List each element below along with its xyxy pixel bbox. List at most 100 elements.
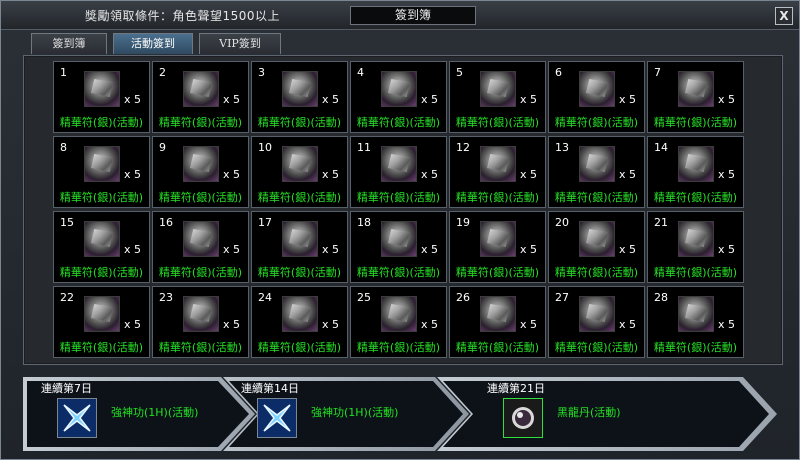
day-cell[interactable]: 3 x 5 精華符(銀)(活動) (251, 61, 348, 133)
day-cell[interactable]: 19 x 5 精華符(銀)(活動) (449, 211, 546, 283)
day-number: 25 (357, 291, 371, 304)
silver-talisman-icon (282, 296, 318, 332)
item-quantity: x 5 (718, 93, 736, 106)
day-number: 16 (159, 216, 173, 229)
item-quantity: x 5 (223, 168, 241, 181)
day-number: 1 (60, 66, 67, 79)
item-name: 精華符(銀)(活動) (59, 116, 144, 129)
day-cell[interactable]: 6 x 5 精華符(銀)(活動) (548, 61, 645, 133)
day-cell[interactable]: 4 x 5 精華符(銀)(活動) (350, 61, 447, 133)
day-cell[interactable]: 28 x 5 精華符(銀)(活動) (647, 286, 744, 358)
item-quantity: x 5 (124, 168, 142, 181)
blue-cross-blade-icon[interactable] (257, 398, 297, 438)
silver-talisman-icon (579, 146, 615, 182)
streak-day-label: 連續第7日 (41, 382, 92, 395)
day-cell[interactable]: 9 x 5 精華符(銀)(活動) (152, 136, 249, 208)
window-title: 簽到簿 (350, 6, 476, 25)
item-quantity: x 5 (124, 318, 142, 331)
blue-cross-blade-icon[interactable] (57, 398, 97, 438)
day-number: 14 (654, 141, 668, 154)
day-number: 3 (258, 66, 265, 79)
streak-day-label: 連續第21日 (487, 382, 545, 395)
black-dragon-pill-icon[interactable] (503, 398, 543, 438)
close-icon: X (779, 9, 789, 23)
day-cell[interactable]: 24 x 5 精華符(銀)(活動) (251, 286, 348, 358)
day-cell[interactable]: 11 x 5 精華符(銀)(活動) (350, 136, 447, 208)
item-name: 精華符(銀)(活動) (257, 341, 342, 354)
close-button[interactable]: X (775, 7, 793, 25)
item-quantity: x 5 (421, 93, 439, 106)
item-quantity: x 5 (322, 318, 340, 331)
streak-reward-name: 黑龍丹(活動) (557, 406, 621, 419)
item-name: 精華符(銀)(活動) (653, 341, 738, 354)
item-quantity: x 5 (718, 318, 736, 331)
tab-sign-in-book[interactable]: 簽到簿 (31, 33, 107, 54)
item-quantity: x 5 (223, 243, 241, 256)
item-quantity: x 5 (223, 93, 241, 106)
item-quantity: x 5 (421, 318, 439, 331)
item-quantity: x 5 (520, 93, 538, 106)
item-name: 精華符(銀)(活動) (653, 191, 738, 204)
day-number: 15 (60, 216, 74, 229)
item-name: 精華符(銀)(活動) (158, 191, 243, 204)
item-quantity: x 5 (421, 243, 439, 256)
streak-reward-band: 連續第7日 強神功(1H)(活動) 連續第14日 強神功(1H)(活動) 連續第… (23, 377, 781, 451)
day-cell[interactable]: 14 x 5 精華符(銀)(活動) (647, 136, 744, 208)
day-number: 18 (357, 216, 371, 229)
title-bar: 獎勵領取條件：角色聲望1500以上 簽到簿 X (1, 1, 799, 30)
tab-vip-sign-in[interactable]: VIP簽到 (199, 33, 281, 54)
item-quantity: x 5 (322, 243, 340, 256)
day-cell[interactable]: 8 x 5 精華符(銀)(活動) (53, 136, 150, 208)
item-name: 精華符(銀)(活動) (158, 341, 243, 354)
silver-talisman-icon (381, 221, 417, 257)
day-cell[interactable]: 2 x 5 精華符(銀)(活動) (152, 61, 249, 133)
silver-talisman-icon (183, 296, 219, 332)
silver-talisman-icon (579, 221, 615, 257)
day-cell[interactable]: 10 x 5 精華符(銀)(活動) (251, 136, 348, 208)
sign-in-window: 獎勵領取條件：角色聲望1500以上 簽到簿 X 簽到簿 活動簽到 VIP簽到 1… (0, 0, 800, 460)
silver-talisman-icon (678, 296, 714, 332)
day-number: 11 (357, 141, 371, 154)
item-name: 精華符(銀)(活動) (554, 341, 639, 354)
item-name: 精華符(銀)(活動) (653, 116, 738, 129)
item-name: 精華符(銀)(活動) (356, 341, 441, 354)
day-cell[interactable]: 23 x 5 精華符(銀)(活動) (152, 286, 249, 358)
day-cell[interactable]: 18 x 5 精華符(銀)(活動) (350, 211, 447, 283)
silver-talisman-icon (282, 146, 318, 182)
silver-talisman-icon (183, 146, 219, 182)
tab-label: 活動簽到 (131, 37, 175, 50)
day-cell[interactable]: 16 x 5 精華符(銀)(活動) (152, 211, 249, 283)
item-quantity: x 5 (619, 168, 637, 181)
silver-talisman-icon (678, 221, 714, 257)
day-number: 4 (357, 66, 364, 79)
day-cell[interactable]: 13 x 5 精華符(銀)(活動) (548, 136, 645, 208)
item-name: 精華符(銀)(活動) (356, 116, 441, 129)
day-cell[interactable]: 26 x 5 精華符(銀)(活動) (449, 286, 546, 358)
day-number: 24 (258, 291, 272, 304)
item-quantity: x 5 (619, 243, 637, 256)
day-number: 28 (654, 291, 668, 304)
tab-event-sign-in[interactable]: 活動簽到 (113, 33, 193, 54)
day-number: 5 (456, 66, 463, 79)
day-cell[interactable]: 15 x 5 精華符(銀)(活動) (53, 211, 150, 283)
day-cell[interactable]: 21 x 5 精華符(銀)(活動) (647, 211, 744, 283)
day-cell[interactable]: 17 x 5 精華符(銀)(活動) (251, 211, 348, 283)
silver-talisman-icon (480, 146, 516, 182)
day-number: 6 (555, 66, 562, 79)
item-name: 精華符(銀)(活動) (554, 116, 639, 129)
day-cell[interactable]: 22 x 5 精華符(銀)(活動) (53, 286, 150, 358)
day-cell[interactable]: 1 x 5 精華符(銀)(活動) (53, 61, 150, 133)
day-cell[interactable]: 20 x 5 精華符(銀)(活動) (548, 211, 645, 283)
day-cell[interactable]: 25 x 5 精華符(銀)(活動) (350, 286, 447, 358)
day-cell[interactable]: 12 x 5 精華符(銀)(活動) (449, 136, 546, 208)
day-cell[interactable]: 5 x 5 精華符(銀)(活動) (449, 61, 546, 133)
day-number: 13 (555, 141, 569, 154)
streak-reward-14: 連續第14日 強神功(1H)(活動) (223, 377, 453, 451)
item-name: 精華符(銀)(活動) (653, 266, 738, 279)
item-name: 精華符(銀)(活動) (59, 191, 144, 204)
silver-talisman-icon (579, 71, 615, 107)
day-cell[interactable]: 27 x 5 精華符(銀)(活動) (548, 286, 645, 358)
reward-condition-text: 獎勵領取條件：角色聲望1500以上 (85, 9, 281, 23)
day-number: 8 (60, 141, 67, 154)
day-cell[interactable]: 7 x 5 精華符(銀)(活動) (647, 61, 744, 133)
